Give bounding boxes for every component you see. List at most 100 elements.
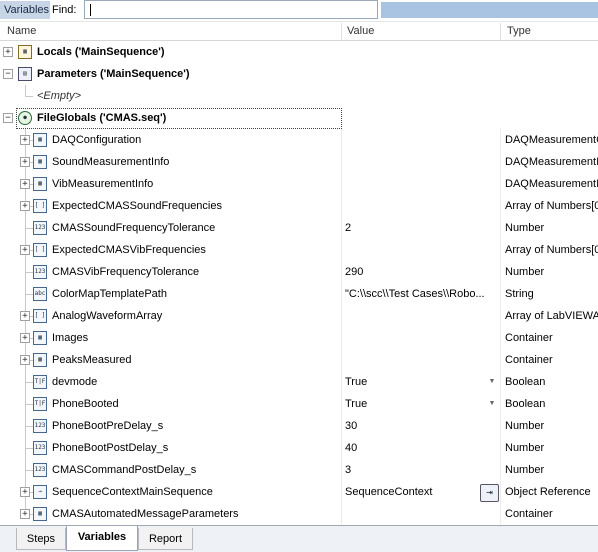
tree-node-label: FileGlobals ('CMAS.seq') — [37, 112, 167, 124]
tree-guide-line — [25, 294, 33, 295]
collapse-toggle[interactable]: − — [3, 69, 13, 79]
column-separator — [500, 393, 501, 415]
expand-toggle[interactable]: + — [20, 487, 30, 497]
expand-toggle[interactable]: + — [20, 157, 30, 167]
variable-name: SequenceContextMainSequence — [52, 486, 213, 498]
expand-toggle[interactable]: + — [20, 311, 30, 321]
expand-toggle[interactable]: + — [20, 333, 30, 343]
collapse-toggle[interactable]: − — [3, 113, 13, 123]
variable-row[interactable]: +[ ] AnalogWaveformArray Array of LabVIEWA… — [0, 305, 598, 327]
column-separator — [500, 151, 501, 173]
variable-row[interactable]: + → SequenceContextMainSequence SequenceCon… — [0, 481, 598, 503]
variable-row[interactable]: 123 CMASCommandPostDelay_s 3 Number — [0, 459, 598, 481]
dropdown-arrow-icon[interactable]: ▼ — [486, 376, 498, 388]
expand-toggle[interactable]: + — [3, 47, 13, 57]
expand-toggle[interactable]: + — [20, 245, 30, 255]
variable-row[interactable]: + ▦ SoundMeasurementInfo DAQMeasurementIn — [0, 151, 598, 173]
tab-steps[interactable]: Steps — [16, 528, 66, 550]
variable-value[interactable] — [345, 349, 485, 371]
variable-row[interactable]: 123 CMASSoundFrequencyTolerance 2 Number — [0, 217, 598, 239]
variable-type: Number — [505, 442, 545, 454]
expand-toggle[interactable]: + — [20, 179, 30, 189]
container-icon: ▦ — [33, 133, 47, 147]
expand-toggle[interactable]: + — [20, 509, 30, 519]
variable-row[interactable]: + ▦ Images Container — [0, 327, 598, 349]
variable-name: PeaksMeasured — [52, 354, 132, 366]
empty-label: <Empty> — [37, 90, 82, 102]
boolean-icon: T|F — [33, 375, 47, 389]
name-column-header[interactable]: Name — [7, 22, 36, 41]
tree-node-fileglobals[interactable]: − ● FileGlobals ('CMAS.seq') — [0, 107, 598, 129]
column-separator — [341, 217, 342, 239]
variable-row[interactable]: 123 PhoneBootPreDelay_s 30 Number — [0, 415, 598, 437]
variable-type: DAQMeasurementC — [505, 134, 598, 146]
expand-toggle[interactable]: + — [20, 135, 30, 145]
variable-type: Array of LabVIEWAn — [505, 310, 598, 322]
variable-row[interactable]: + ▦ CMASAutomatedMessageParameters Containe… — [0, 503, 598, 525]
variable-value[interactable]: "C:\\scc\\Test Cases\\Robo... — [345, 283, 485, 305]
column-separator — [500, 481, 501, 503]
variable-row[interactable]: T|F devmode True ▼ Boolean — [0, 371, 598, 393]
expand-toggle[interactable]: + — [20, 201, 30, 211]
column-separator — [341, 195, 342, 217]
variable-value[interactable]: 2 — [345, 217, 485, 239]
find-box[interactable] — [84, 0, 378, 19]
array-icon: [ ] — [33, 309, 47, 323]
column-separator — [500, 173, 501, 195]
expand-toggle[interactable]: + — [20, 355, 30, 365]
tree-node-locals[interactable]: + ▦ Locals ('MainSequence') — [0, 41, 598, 63]
variable-value[interactable]: SequenceContext — [345, 481, 485, 503]
variable-value[interactable]: True — [345, 393, 485, 415]
tab-report[interactable]: Report — [138, 528, 193, 550]
variable-value[interactable] — [345, 173, 485, 195]
variable-row[interactable]: +[ ] ExpectedCMASVibFrequencies Array of N… — [0, 239, 598, 261]
variable-row[interactable]: + ▦ VibMeasurementInfo DAQMeasurementIn — [0, 173, 598, 195]
column-separator — [500, 437, 501, 459]
variable-row[interactable]: abc ColorMapTemplatePath "C:\\scc\\Test Ca… — [0, 283, 598, 305]
variable-value[interactable] — [345, 305, 485, 327]
browse-reference-icon[interactable]: ⇥ — [480, 484, 499, 502]
variable-name: SoundMeasurementInfo — [52, 156, 170, 168]
column-divider[interactable] — [341, 23, 342, 40]
variable-row[interactable]: +[ ] ExpectedCMASSoundFrequencies Array of… — [0, 195, 598, 217]
tree-guide-line — [25, 470, 33, 471]
find-input[interactable] — [93, 2, 373, 17]
column-divider[interactable] — [500, 23, 501, 40]
variable-row[interactable]: + ▦ PeaksMeasured Container — [0, 349, 598, 371]
column-separator — [500, 261, 501, 283]
type-column-header[interactable]: Type — [507, 22, 531, 41]
value-column-header[interactable]: Value — [347, 22, 374, 41]
variable-row[interactable]: 123 CMASVibFrequencyTolerance 290 Number — [0, 261, 598, 283]
variable-value[interactable]: 3 — [345, 459, 485, 481]
variable-value[interactable]: 40 — [345, 437, 485, 459]
variable-value[interactable] — [345, 239, 485, 261]
variable-value[interactable] — [345, 129, 485, 151]
column-separator — [500, 239, 501, 261]
variable-value[interactable] — [345, 327, 485, 349]
tree-guide-line — [25, 272, 33, 273]
container-icon: ▦ — [33, 507, 47, 521]
variable-type: Number — [505, 222, 545, 234]
tree-guide-line — [25, 404, 33, 405]
variable-row[interactable]: + ▦ DAQConfiguration DAQMeasurementC — [0, 129, 598, 151]
tree-node-parameters[interactable]: − ▤ Parameters ('MainSequence') — [0, 63, 598, 85]
variable-type: String — [505, 288, 534, 300]
tree-guide-line — [25, 85, 26, 96]
variable-value[interactable] — [345, 151, 485, 173]
column-separator — [500, 283, 501, 305]
variable-value[interactable]: 30 — [345, 415, 485, 437]
column-separator — [500, 327, 501, 349]
variables-pane-tab[interactable]: Variables — [0, 1, 50, 19]
variable-row[interactable]: T|F PhoneBooted True ▼ Boolean — [0, 393, 598, 415]
variable-value[interactable]: True — [345, 371, 485, 393]
tab-label: Steps — [26, 533, 56, 545]
variable-row[interactable]: 123 PhoneBootPostDelay_s 40 Number — [0, 437, 598, 459]
text-caret — [90, 4, 91, 16]
variable-value[interactable]: 290 — [345, 261, 485, 283]
variable-type: Array of Numbers[0.. — [505, 200, 598, 212]
tab-variables[interactable]: Variables — [66, 526, 138, 551]
variable-value[interactable] — [345, 503, 485, 525]
variable-type: Container — [505, 508, 553, 520]
dropdown-arrow-icon[interactable]: ▼ — [486, 398, 498, 410]
variable-value[interactable] — [345, 195, 485, 217]
